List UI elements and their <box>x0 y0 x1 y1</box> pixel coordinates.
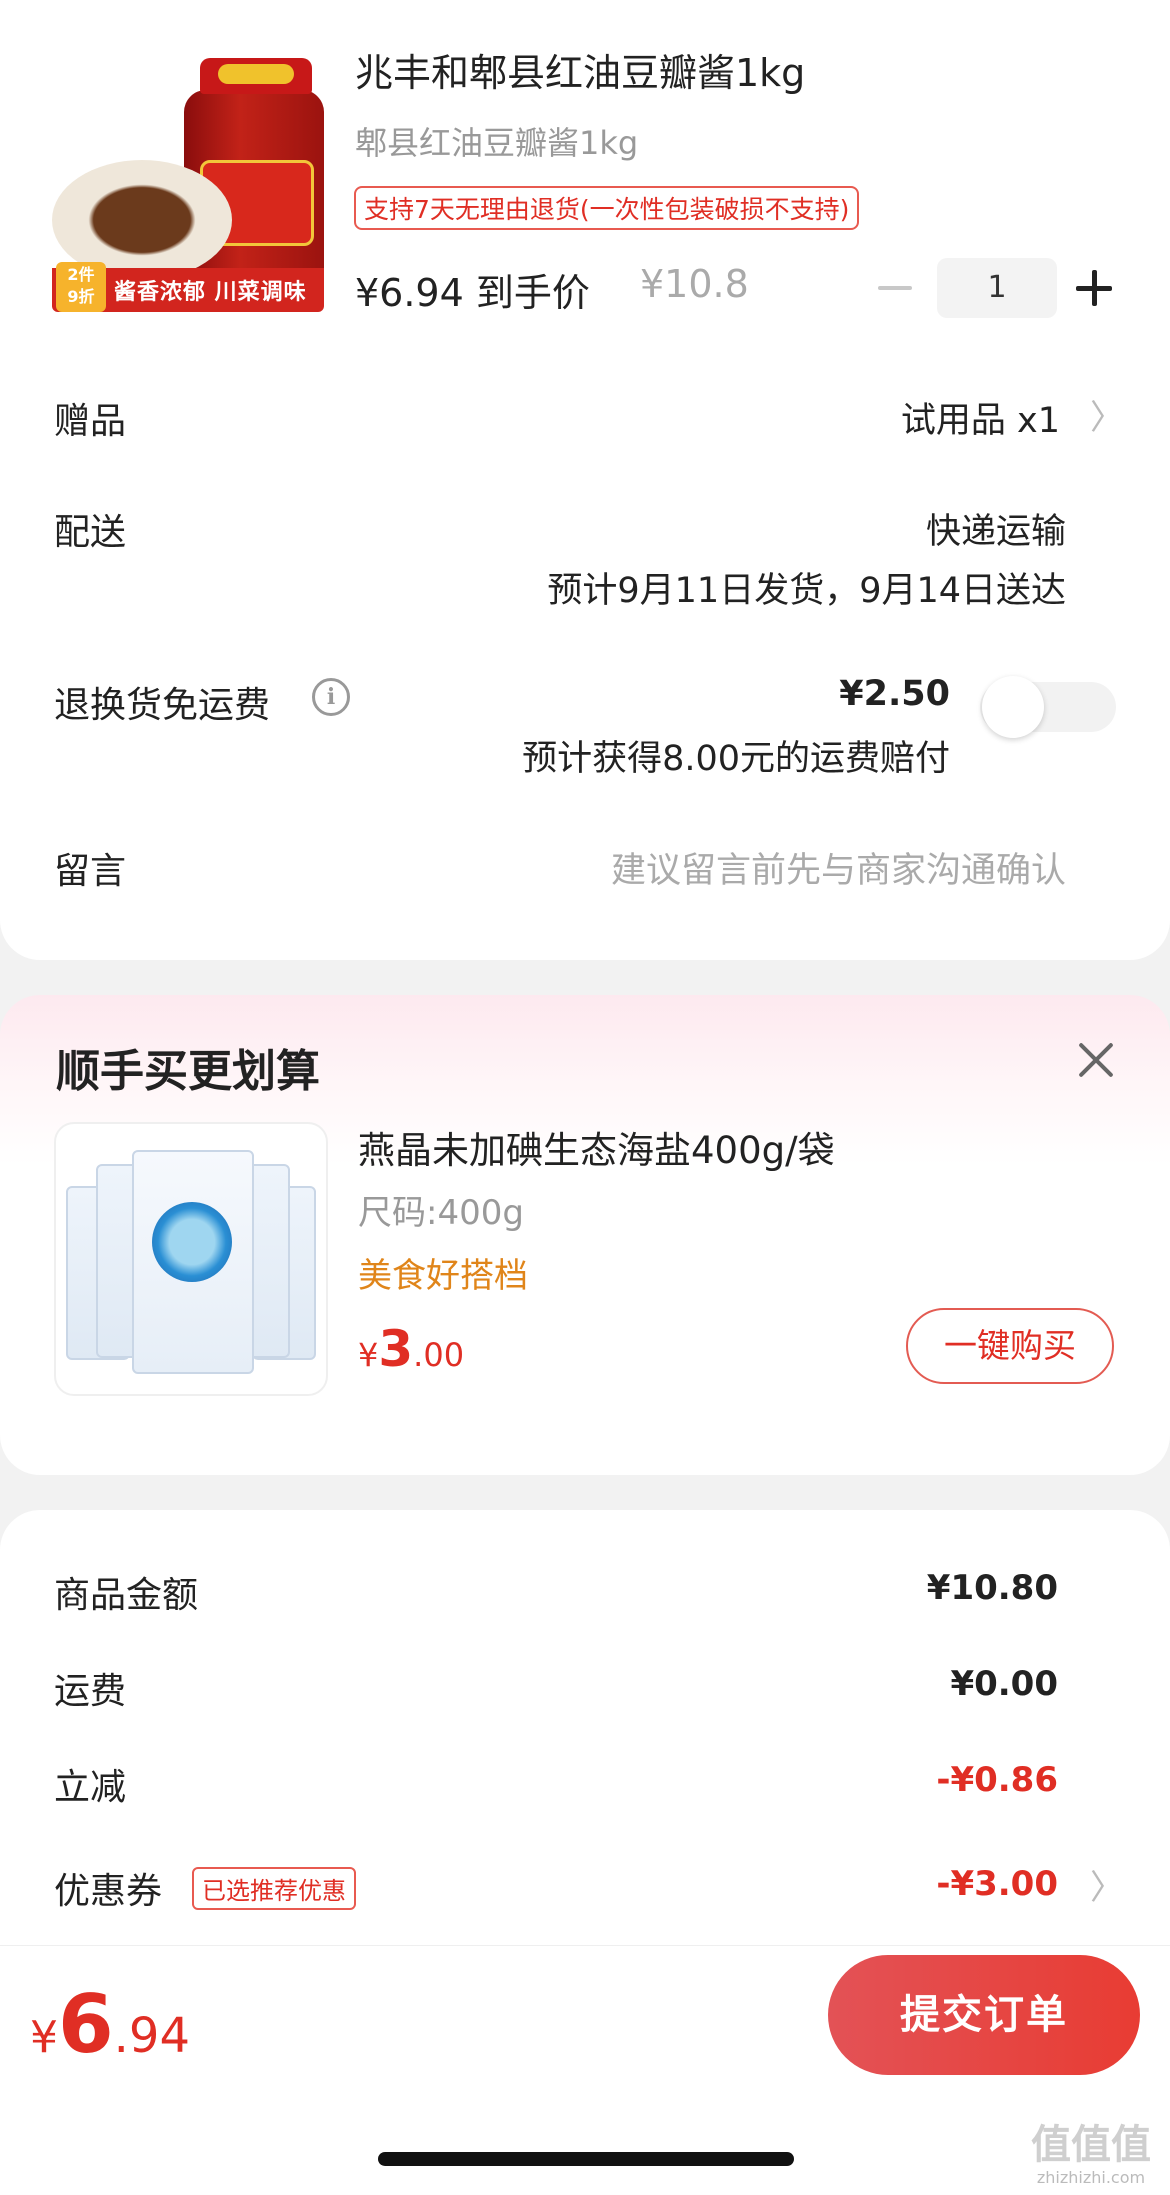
product-spec: 郫县红油豆瓣酱1kg <box>355 124 639 162</box>
home-indicator[interactable] <box>378 2152 794 2166</box>
quantity-increase-button[interactable] <box>1076 270 1112 306</box>
price-symbol: ¥ <box>358 1336 379 1374</box>
delivery-label: 配送 <box>54 512 127 553</box>
product-image[interactable]: 2件 9折 酱香浓郁 川菜调味 <box>52 50 324 312</box>
total-price: ¥6.94 <box>30 1978 190 2071</box>
total-integer: 6 <box>58 1978 114 2071</box>
addon-product-image[interactable] <box>54 1122 328 1396</box>
one-click-buy-button[interactable]: 一键购买 <box>906 1308 1114 1384</box>
message-label: 留言 <box>54 851 127 892</box>
return-shipping-price: ¥2.50 <box>839 674 950 714</box>
submit-order-button[interactable]: 提交订单 <box>828 1955 1140 2075</box>
jar-lid-label <box>218 64 294 84</box>
info-icon[interactable]: i <box>312 678 350 716</box>
coupon-tag: 已选推荐优惠 <box>192 1867 356 1910</box>
shipping-value: ¥0.00 <box>950 1664 1058 1704</box>
shipping-label: 运费 <box>54 1671 127 1712</box>
product-title[interactable]: 兆丰和郫县红油豆瓣酱1kg <box>355 42 805 97</box>
goods-amount-label: 商品金额 <box>54 1575 199 1616</box>
quantity-decrease-button[interactable] <box>878 270 912 304</box>
total-symbol: ¥ <box>30 2012 58 2063</box>
discount-label: 立减 <box>54 1767 127 1808</box>
addon-product-size: 尺码:400g <box>358 1193 524 1233</box>
promo-badge: 2件 9折 <box>56 262 106 312</box>
delivery-estimate: 预计9月11日发货，9月14日送达 <box>547 571 1066 611</box>
price-decimal: .00 <box>413 1336 465 1374</box>
delivery-method: 快递运输 <box>925 512 1066 552</box>
goods-amount-value: ¥10.80 <box>926 1568 1058 1608</box>
final-price: ¥6.94 到手价 <box>355 271 590 315</box>
gift-label: 赠品 <box>54 401 127 442</box>
gift-chevron-icon[interactable]: 〉 <box>1090 390 1124 439</box>
original-price: ¥10.8 <box>640 262 749 306</box>
price-integer: 3 <box>378 1320 414 1378</box>
toggle-knob <box>982 676 1044 738</box>
return-shipping-toggle[interactable] <box>980 676 1116 738</box>
return-shipping-label: 退换货免运费 <box>54 685 271 726</box>
return-policy-tag: 支持7天无理由退货(一次性包装破损不支持) <box>354 186 860 230</box>
addon-title: 顺手买更划算 <box>56 1046 320 1097</box>
addon-product-title[interactable]: 燕晶未加碘生态海盐400g/袋 <box>358 1120 835 1174</box>
total-decimal: .94 <box>113 2008 191 2064</box>
promo-slogan: 酱香浓郁 川菜调味 <box>114 280 307 305</box>
coupon-label: 优惠券 <box>54 1871 163 1912</box>
close-icon[interactable] <box>1076 1040 1116 1080</box>
addon-product-tag: 美食好搭档 <box>358 1256 528 1296</box>
coupon-chevron-icon[interactable]: 〉 <box>1090 1860 1124 1909</box>
watermark-main: 值值值 <box>1031 2122 1151 2168</box>
addon-product-price: ¥3.00 <box>358 1320 464 1378</box>
quantity-input[interactable]: 1 <box>937 258 1057 318</box>
discount-value: -¥0.86 <box>936 1760 1058 1800</box>
salt-ocean-circle <box>152 1202 232 1282</box>
watermark-sub: zhizhizhi.com <box>1036 2168 1146 2187</box>
gift-value[interactable]: 试用品 x1 <box>901 392 1060 443</box>
return-shipping-note: 预计获得8.00元的运费赔付 <box>522 739 950 779</box>
watermark: 值值值 zhizhizhi.com <box>1016 2112 1166 2192</box>
message-input[interactable]: 建议留言前先与商家沟通确认 <box>611 842 1066 893</box>
coupon-value[interactable]: -¥3.00 <box>936 1864 1058 1904</box>
